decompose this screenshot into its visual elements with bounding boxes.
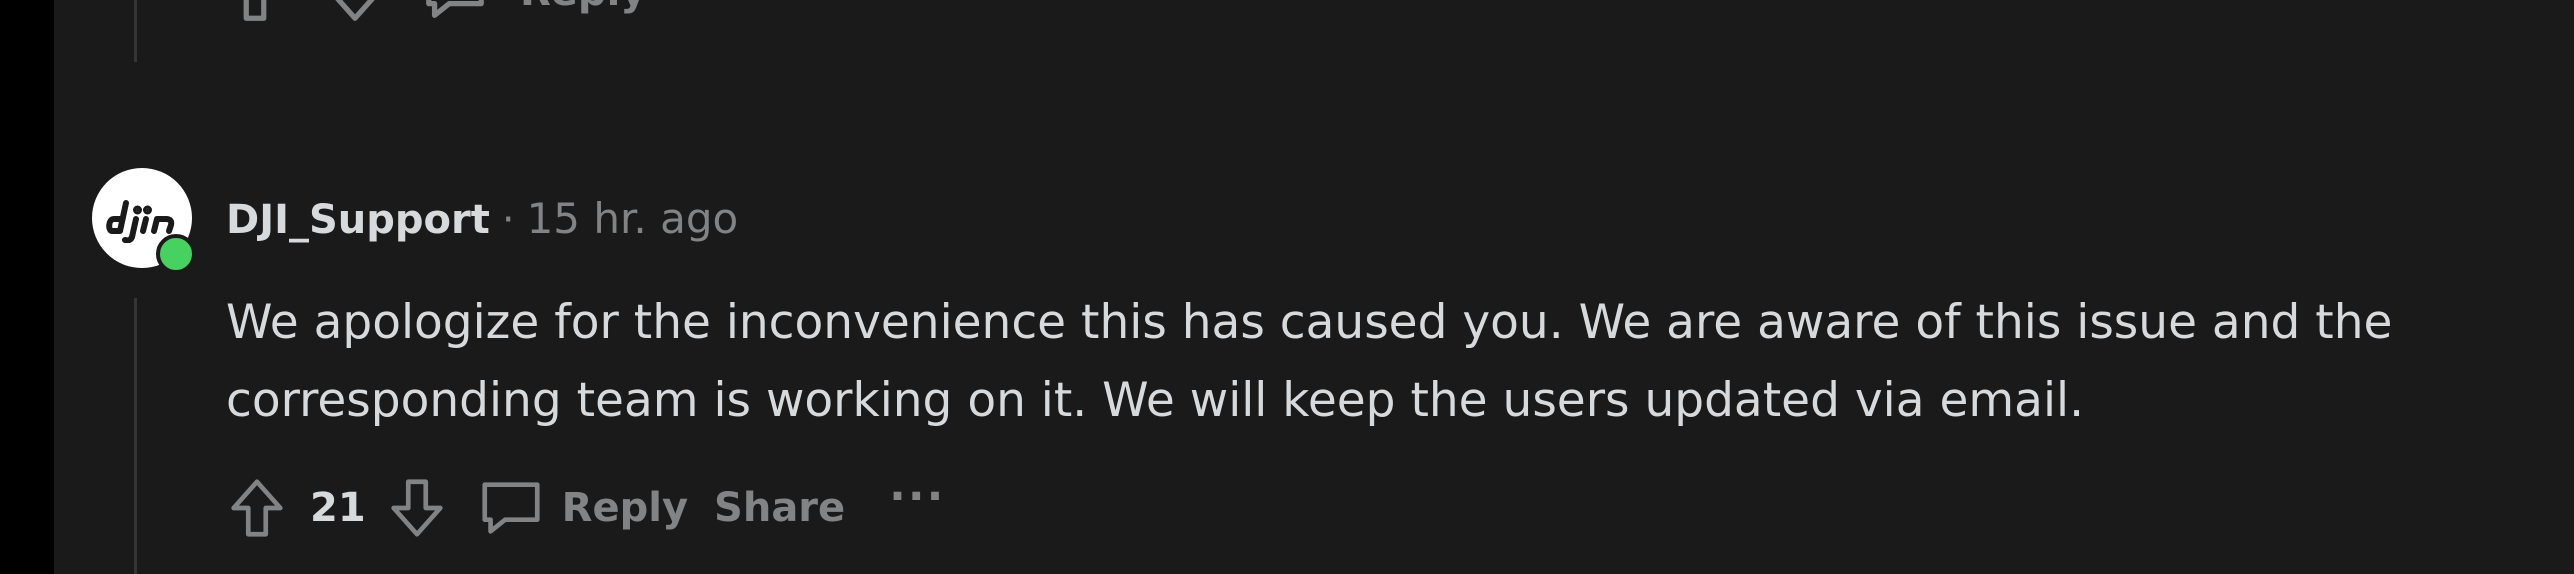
downvote-icon[interactable] xyxy=(320,0,390,27)
left-page-edge xyxy=(0,0,54,574)
vote-count: 21 xyxy=(310,485,366,531)
upvote-icon xyxy=(231,479,283,537)
online-status-dot xyxy=(156,234,196,274)
downvote-icon xyxy=(391,479,443,537)
reply-label: Reply xyxy=(561,485,689,531)
upvote-button[interactable] xyxy=(222,473,292,543)
avatar[interactable] xyxy=(92,168,196,274)
reply-button[interactable]: Reply xyxy=(476,473,688,543)
more-options-button[interactable]: ··· xyxy=(889,471,945,522)
comment-meta: DJI_Support · 15 hr. ago xyxy=(226,194,738,243)
comment-author[interactable]: DJI_Support xyxy=(226,197,490,243)
comment-bubble-icon[interactable] xyxy=(420,0,490,27)
thread-line[interactable] xyxy=(134,298,137,574)
thread-line-previous[interactable] xyxy=(134,0,137,62)
previous-reply-button[interactable]: Reply xyxy=(520,0,646,15)
downvote-button[interactable] xyxy=(382,473,452,543)
comment-action-row: 21 Reply Share ··· xyxy=(222,468,945,548)
comment-bubble-icon xyxy=(476,473,546,543)
previous-comment-action-row: Reply xyxy=(220,0,646,24)
comment-timestamp[interactable]: 15 hr. ago xyxy=(527,194,739,243)
meta-separator: · xyxy=(501,197,515,243)
comment-body: We apologize for the inconvenience this … xyxy=(226,295,2393,428)
share-button[interactable]: Share xyxy=(714,485,845,531)
upvote-icon[interactable] xyxy=(220,0,290,27)
